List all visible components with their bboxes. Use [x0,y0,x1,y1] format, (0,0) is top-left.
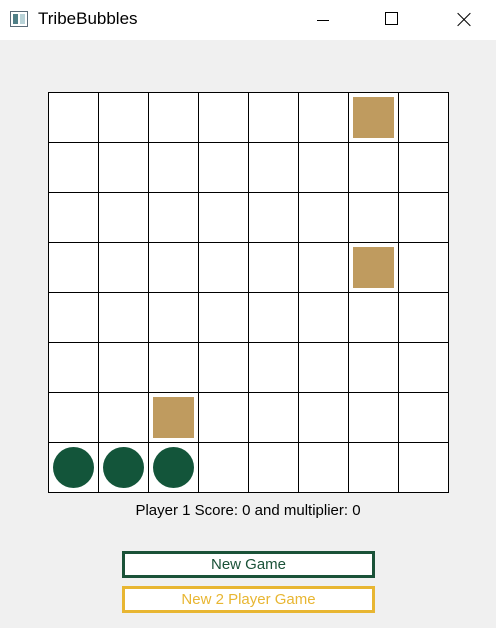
board-cell[interactable] [49,193,99,243]
board-cell[interactable] [399,143,449,193]
board-cell[interactable] [299,293,349,343]
board-cell[interactable] [99,343,149,393]
bubble-piece[interactable] [103,447,144,488]
board-cell[interactable] [99,393,149,443]
board-cell[interactable] [149,143,199,193]
board-cell[interactable] [299,343,349,393]
board-cell[interactable] [49,343,99,393]
board-cell[interactable] [349,343,399,393]
board-cell[interactable] [249,243,299,293]
board-cell[interactable] [199,243,249,293]
board-cell[interactable] [149,93,199,143]
window-title: TribeBubbles [38,9,138,28]
board-cell[interactable] [199,343,249,393]
board-cell[interactable] [99,293,149,343]
new-2-player-game-button[interactable]: New 2 Player Game [122,586,375,613]
board-cell[interactable] [49,443,99,493]
block-tile [353,247,394,288]
block-tile [153,397,194,438]
board-cell[interactable] [399,193,449,243]
board-cell[interactable] [299,193,349,243]
block-tile [353,97,394,138]
minimize-button[interactable] [300,0,346,40]
board-cell[interactable] [49,93,99,143]
title-bar: TribeBubbles [0,0,496,40]
board-cell[interactable] [249,93,299,143]
board-cell[interactable] [249,343,299,393]
board-cell[interactable] [199,443,249,493]
board-cell[interactable] [99,143,149,193]
board-cell[interactable] [299,393,349,443]
board-cell[interactable] [49,293,99,343]
board-cell[interactable] [399,93,449,143]
app-icon [10,11,28,27]
board-cell[interactable] [149,243,199,293]
board-cell[interactable] [149,443,199,493]
board-cell[interactable] [349,293,399,343]
board-cell[interactable] [349,443,399,493]
board-cell[interactable] [199,193,249,243]
board-cell[interactable] [349,193,399,243]
bubble-piece[interactable] [53,447,94,488]
board-cell[interactable] [399,443,449,493]
board-cell[interactable] [249,193,299,243]
board-cell[interactable] [249,143,299,193]
board-cell[interactable] [249,393,299,443]
maximize-button[interactable] [369,0,415,40]
board-cell[interactable] [49,143,99,193]
game-board [48,92,449,493]
board-cell[interactable] [399,293,449,343]
board-cell[interactable] [299,93,349,143]
new-game-button[interactable]: New Game [122,551,375,578]
board-cell[interactable] [149,193,199,243]
board-cell[interactable] [349,243,399,293]
board-cell[interactable] [349,93,399,143]
board-cell[interactable] [299,443,349,493]
board-cell[interactable] [249,293,299,343]
board-cell[interactable] [199,293,249,343]
board-cell[interactable] [49,393,99,443]
board-cell[interactable] [299,143,349,193]
board-cell[interactable] [149,343,199,393]
board-cell[interactable] [99,93,149,143]
board-cell[interactable] [299,243,349,293]
board-cell[interactable] [349,143,399,193]
bubble-piece[interactable] [153,447,194,488]
board-cell[interactable] [49,243,99,293]
board-cell[interactable] [199,143,249,193]
board-cell[interactable] [99,443,149,493]
board-cell[interactable] [199,393,249,443]
board-cell[interactable] [399,393,449,443]
board-cell[interactable] [99,243,149,293]
board-cell[interactable] [399,243,449,293]
close-button[interactable] [440,0,486,40]
board-cell[interactable] [99,193,149,243]
board-cell[interactable] [149,393,199,443]
board-cell[interactable] [149,293,199,343]
board-cell[interactable] [249,443,299,493]
board-cell[interactable] [349,393,399,443]
board-cell[interactable] [199,93,249,143]
board-cell[interactable] [399,343,449,393]
score-label: Player 1 Score: 0 and multiplier: 0 [135,502,361,519]
